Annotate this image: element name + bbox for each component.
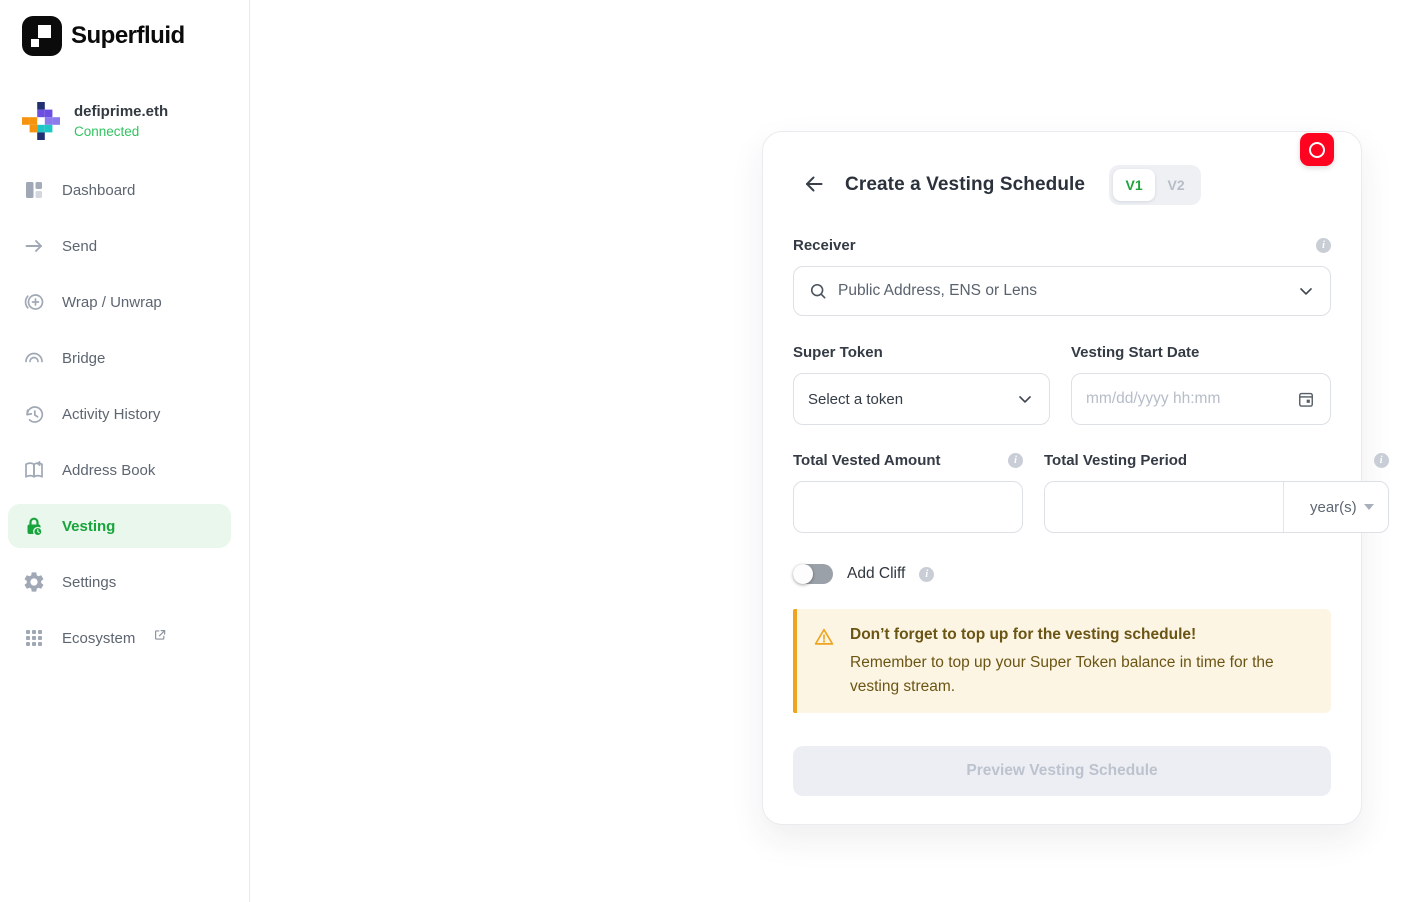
total-vesting-period-info-icon[interactable]: i: [1374, 453, 1389, 468]
dashboard-icon: [22, 178, 46, 202]
warning-alert: Don’t forget to top up for the vesting s…: [793, 609, 1331, 713]
vesting-start-date-field[interactable]: [1071, 373, 1331, 425]
gear-icon: [22, 570, 46, 594]
alert-title: Don’t forget to top up for the vesting s…: [850, 624, 1300, 646]
sidebar-item-label: Wrap / Unwrap: [62, 294, 162, 311]
receiver-label: Receiver: [793, 237, 856, 254]
main-content: Create a Vesting Schedule V1 V2 Receiver…: [250, 0, 1418, 902]
avatar: [22, 102, 60, 140]
bridge-icon: [22, 346, 46, 370]
total-vesting-period-label: Total Vesting Period: [1044, 452, 1187, 469]
add-cliff-label: Add Cliff: [847, 565, 905, 583]
receiver-field[interactable]: [793, 266, 1331, 316]
total-vested-amount-info-icon[interactable]: i: [1008, 453, 1023, 468]
page-title: Create a Vesting Schedule: [845, 174, 1085, 196]
add-cliff-info-icon[interactable]: i: [919, 567, 934, 582]
token-select[interactable]: Select a token: [793, 373, 1050, 425]
optimism-icon: [1309, 142, 1325, 158]
account-button[interactable]: defiprime.eth Connected: [0, 102, 249, 140]
superfluid-logo[interactable]: Superfluid: [0, 16, 249, 56]
sidebar-item-dashboard[interactable]: Dashboard: [8, 168, 231, 212]
sidebar-item-label: Vesting: [62, 518, 115, 535]
account-name: defiprime.eth: [74, 103, 168, 120]
total-vesting-period-input[interactable]: [1045, 498, 1273, 516]
sidebar-item-label: Address Book: [62, 462, 155, 479]
sidebar-item-label: Activity History: [62, 406, 160, 423]
total-vested-amount-field[interactable]: [793, 481, 1023, 533]
token-select-value: Select a token: [808, 391, 1005, 408]
sidebar-nav: Dashboard Send Wrap / Unwrap Bridge Acti…: [0, 168, 249, 672]
wrap-unwrap-icon: [22, 290, 46, 314]
chevron-down-icon[interactable]: [1296, 281, 1316, 301]
send-arrow-icon: [22, 234, 46, 258]
sidebar-item-label: Send: [62, 238, 97, 255]
super-token-label: Super Token: [793, 344, 883, 361]
sidebar-item-wrap-unwrap[interactable]: Wrap / Unwrap: [8, 280, 231, 324]
card-header: Create a Vesting Schedule V1 V2: [793, 165, 1331, 205]
connection-status: Connected: [74, 124, 168, 139]
back-button[interactable]: [801, 172, 827, 198]
arrow-left-icon: [802, 172, 826, 196]
toggle-thumb: [793, 564, 813, 584]
total-vesting-period-field[interactable]: year(s): [1044, 481, 1389, 533]
sidebar-item-vesting[interactable]: Vesting: [8, 504, 231, 548]
logo-wordmark: Superfluid: [71, 22, 185, 50]
vesting-start-date-input[interactable]: [1086, 390, 1286, 408]
calendar-icon[interactable]: [1296, 389, 1316, 409]
add-cliff-row: Add Cliff i: [793, 563, 1331, 585]
total-vested-amount-input[interactable]: [808, 498, 1008, 516]
preview-vesting-schedule-button[interactable]: Preview Vesting Schedule: [793, 746, 1331, 796]
activity-history-icon: [22, 402, 46, 426]
tab-v2[interactable]: V2: [1155, 169, 1197, 201]
apps-grid-icon: [22, 626, 46, 650]
sidebar-item-settings[interactable]: Settings: [8, 560, 231, 604]
sidebar-item-label: Bridge: [62, 350, 105, 367]
sidebar-item-address-book[interactable]: Address Book: [8, 448, 231, 492]
warning-triangle-icon: [813, 626, 835, 648]
sidebar: Superfluid defiprime.eth Connected Dashb…: [0, 0, 250, 902]
alert-body: Remember to top up your Super Token bala…: [850, 651, 1300, 698]
external-link-icon: [153, 628, 167, 642]
add-cliff-toggle[interactable]: [793, 563, 833, 585]
tab-v1[interactable]: V1: [1113, 169, 1155, 201]
sidebar-item-label: Dashboard: [62, 182, 135, 199]
sidebar-item-activity-history[interactable]: Activity History: [8, 392, 231, 436]
sidebar-item-bridge[interactable]: Bridge: [8, 336, 231, 380]
period-unit-value: year(s): [1310, 499, 1357, 516]
chevron-down-icon: [1015, 389, 1035, 409]
caret-down-icon: [1364, 504, 1374, 510]
vesting-form: Receiver i Super Token Select: [793, 237, 1331, 796]
total-vested-amount-label: Total Vested Amount: [793, 452, 941, 469]
period-unit-select[interactable]: year(s): [1294, 482, 1388, 532]
receiver-info-icon[interactable]: i: [1316, 238, 1331, 253]
network-badge-button[interactable]: [1300, 133, 1334, 166]
receiver-input[interactable]: [838, 282, 1286, 300]
sidebar-item-label: Ecosystem: [62, 630, 135, 647]
address-book-icon: [22, 458, 46, 482]
sidebar-item-label: Settings: [62, 574, 116, 591]
version-toggle: V1 V2: [1109, 165, 1201, 205]
divider: [1283, 482, 1284, 532]
vesting-start-date-label: Vesting Start Date: [1071, 344, 1199, 361]
sidebar-item-ecosystem[interactable]: Ecosystem: [8, 616, 231, 660]
search-icon: [808, 281, 828, 301]
vesting-lock-clock-icon: [22, 514, 46, 538]
superfluid-logo-icon: [22, 16, 62, 56]
create-vesting-schedule-card: Create a Vesting Schedule V1 V2 Receiver…: [762, 131, 1362, 825]
sidebar-item-send[interactable]: Send: [8, 224, 231, 268]
